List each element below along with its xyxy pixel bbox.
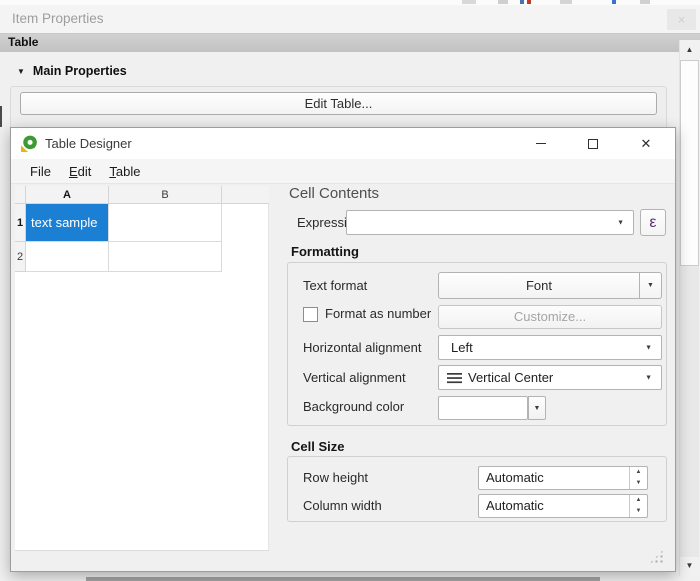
horizontal-alignment-label: Horizontal alignment bbox=[303, 335, 422, 360]
column-width-label: Column width bbox=[303, 494, 382, 518]
cropped-icon bbox=[498, 0, 508, 4]
row-height-spinbox[interactable]: Automatic ▲ ▼ bbox=[478, 466, 648, 490]
font-button-label[interactable]: Font bbox=[439, 273, 639, 298]
background-color-dropdown-button[interactable]: ▼ bbox=[528, 396, 546, 420]
vertical-center-icon bbox=[447, 372, 463, 384]
chevron-down-icon: ▼ bbox=[617, 219, 624, 226]
column-width-spinbox[interactable]: Automatic ▲ ▼ bbox=[478, 494, 648, 518]
vertical-alignment-label: Vertical alignment bbox=[303, 365, 406, 390]
chevron-down-icon: ▼ bbox=[534, 405, 541, 412]
grid-cell-b1[interactable] bbox=[109, 204, 222, 242]
chevron-down-icon: ▼ bbox=[647, 282, 654, 289]
formatting-header: Formatting bbox=[291, 244, 359, 259]
background-color-swatch-button[interactable] bbox=[438, 396, 528, 420]
chevron-down-icon: ▼ bbox=[645, 374, 652, 381]
cropped-edge-artifact bbox=[0, 106, 2, 127]
row-header-1[interactable]: 1 bbox=[15, 204, 26, 242]
maximize-button[interactable] bbox=[578, 128, 608, 159]
cropped-icon bbox=[520, 0, 524, 4]
font-dropdown-arrow[interactable]: ▼ bbox=[639, 273, 661, 298]
row-height-value: Automatic bbox=[479, 467, 629, 489]
maximize-icon bbox=[588, 139, 598, 149]
edit-table-button[interactable]: Edit Table... bbox=[20, 92, 657, 115]
cropped-icon bbox=[560, 0, 572, 4]
cropped-icon bbox=[462, 0, 476, 4]
resize-grip[interactable] bbox=[649, 549, 664, 564]
spin-buttons[interactable]: ▲ ▼ bbox=[629, 495, 647, 517]
scrollbar-down-icon[interactable]: ▼ bbox=[679, 557, 700, 575]
section-header-bar bbox=[0, 33, 700, 52]
row-header-2[interactable]: 2 bbox=[15, 242, 26, 272]
dialog-title: Table Designer bbox=[45, 128, 132, 159]
grid-cell-a2[interactable] bbox=[26, 242, 109, 272]
column-header-a[interactable]: A bbox=[26, 186, 109, 204]
section-header-label: Table bbox=[8, 33, 38, 52]
item-properties-titlebar bbox=[0, 5, 700, 33]
collapse-triangle-icon: ▼ bbox=[17, 67, 25, 76]
vertical-alignment-combobox[interactable]: Vertical Center ▼ bbox=[438, 365, 662, 390]
cropped-icon bbox=[640, 0, 650, 4]
format-as-number-label: Format as number bbox=[325, 302, 431, 326]
format-as-number-checkbox[interactable] bbox=[303, 307, 318, 322]
panel-title: Item Properties bbox=[12, 5, 104, 33]
customize-button-disabled[interactable]: Customize... bbox=[438, 305, 662, 329]
minimize-icon bbox=[536, 143, 546, 144]
scrollbar-thumb[interactable] bbox=[680, 60, 699, 266]
chevron-down-icon: ▼ bbox=[645, 344, 652, 351]
horizontal-alignment-value: Left bbox=[439, 336, 661, 359]
main-properties-label: Main Properties bbox=[33, 64, 127, 78]
column-width-value: Automatic bbox=[479, 495, 629, 517]
spin-buttons[interactable]: ▲ ▼ bbox=[629, 467, 647, 489]
epsilon-icon: ε bbox=[649, 214, 656, 231]
menu-file[interactable]: File bbox=[21, 159, 60, 184]
row-height-label: Row height bbox=[303, 466, 368, 490]
main-properties-collapse-header[interactable]: ▼ Main Properties bbox=[17, 62, 127, 80]
column-header-b[interactable]: B bbox=[109, 186, 222, 204]
spin-down-icon[interactable]: ▼ bbox=[630, 506, 647, 517]
menu-table[interactable]: Table bbox=[100, 159, 149, 184]
text-format-label: Text format bbox=[303, 273, 367, 299]
font-split-button[interactable]: Font ▼ bbox=[438, 272, 662, 299]
grid-corner-cell[interactable] bbox=[15, 186, 26, 204]
dialog-menubar: File Edit Table bbox=[11, 159, 675, 184]
grid-cell-a1-selected[interactable]: text sample bbox=[26, 204, 109, 242]
expression-combobox[interactable]: ▼ bbox=[346, 210, 634, 235]
spin-up-icon[interactable]: ▲ bbox=[630, 467, 647, 478]
panel-close-icon[interactable]: × bbox=[667, 9, 696, 30]
cell-contents-header: Cell Contents bbox=[289, 185, 379, 202]
background-color-label: Background color bbox=[303, 395, 404, 419]
cropped-background-strip bbox=[86, 577, 600, 581]
spin-down-icon[interactable]: ▼ bbox=[630, 478, 647, 489]
grid-cell-b2[interactable] bbox=[109, 242, 222, 272]
spin-up-icon[interactable]: ▲ bbox=[630, 495, 647, 506]
close-button[interactable]: ✕ bbox=[631, 128, 661, 159]
table-grid: A B 1 2 text sample bbox=[15, 186, 269, 551]
cropped-icon bbox=[612, 0, 616, 4]
close-icon: ✕ bbox=[641, 136, 652, 152]
cropped-icon bbox=[527, 0, 531, 4]
cell-size-header: Cell Size bbox=[291, 439, 344, 454]
menu-edit[interactable]: Edit bbox=[60, 159, 100, 184]
scrollbar-track-lower[interactable] bbox=[680, 266, 699, 557]
horizontal-alignment-combobox[interactable]: Left ▼ bbox=[438, 335, 662, 360]
vertical-alignment-value: Vertical Center bbox=[463, 370, 553, 385]
grid-header-filler bbox=[222, 186, 269, 204]
table-designer-dialog: Table Designer ✕ File Edit Table A B 1 2… bbox=[10, 127, 676, 572]
expression-builder-button[interactable]: ε bbox=[640, 209, 666, 236]
qgis-logo-icon bbox=[21, 135, 38, 152]
minimize-button[interactable] bbox=[526, 128, 556, 159]
scrollbar-up-icon[interactable]: ▲ bbox=[679, 41, 700, 59]
